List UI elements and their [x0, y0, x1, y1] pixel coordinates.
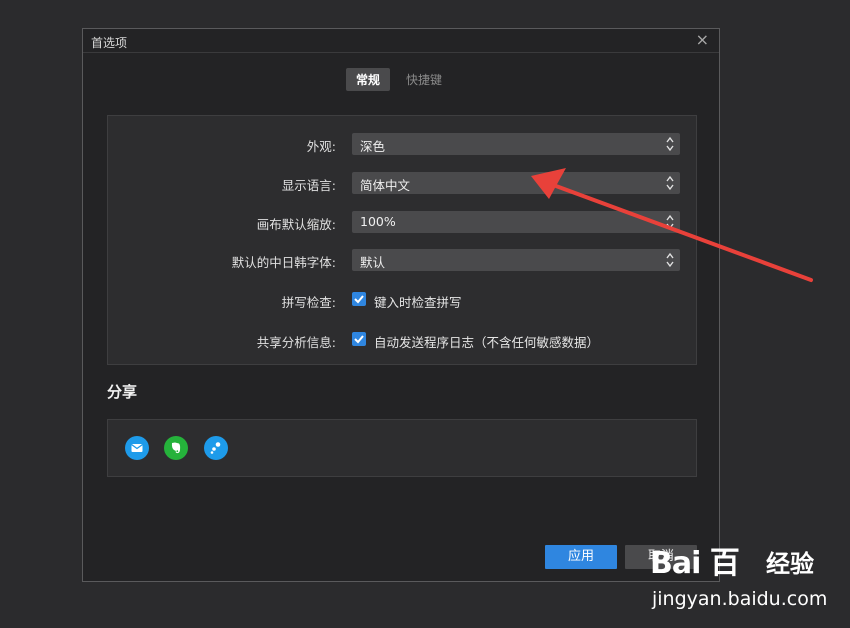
baidu-brand-cn: 经验: [766, 550, 814, 578]
annotation-arrow: [531, 168, 813, 282]
baidu-url: jingyan.baidu.com: [652, 588, 828, 610]
baidu-watermark: Bai 百 经验 jingyan.baidu.com: [648, 538, 848, 618]
baidu-logo-text: Bai 百: [650, 546, 740, 581]
